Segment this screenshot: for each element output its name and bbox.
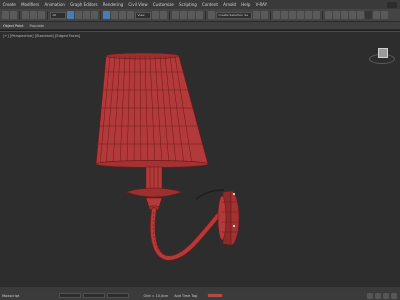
toolbar-separator: [169, 10, 170, 20]
viewport-navigation-controls: [367, 292, 397, 299]
render-iterative-icon[interactable]: [349, 11, 356, 19]
toolbar-separator: [47, 10, 48, 20]
select-by-name-icon[interactable]: [75, 11, 82, 19]
menu-vray[interactable]: V-RAY: [253, 2, 270, 7]
mirror-icon[interactable]: [253, 11, 260, 19]
coordinate-fields: [59, 293, 130, 298]
wall-mount: [217, 190, 240, 246]
vray-toolbar-icon[interactable]: [381, 11, 388, 19]
search-box[interactable]: [387, 1, 397, 8]
reference-coordinate-dropdown[interactable]: View: [135, 11, 151, 19]
placement-icon[interactable]: [127, 11, 134, 19]
perspective-viewport[interactable]: [+] [Perspective] [Standard] [Edged Face…: [0, 31, 400, 286]
toolbar-separator: [270, 10, 271, 20]
menu-create[interactable]: Create: [0, 2, 18, 7]
snaps-toggle-icon[interactable]: [172, 11, 179, 19]
viewcube[interactable]: [378, 48, 388, 58]
link-icon[interactable]: [22, 11, 29, 19]
maximize-viewport-icon[interactable]: [391, 292, 397, 299]
ribbon-toggle-icon[interactable]: [289, 11, 296, 19]
lamp-shade: [95, 52, 209, 168]
wall-lamp-model[interactable]: [0, 32, 400, 287]
select-move-icon[interactable]: [103, 11, 110, 19]
percent-snap-icon[interactable]: [188, 11, 195, 19]
ribbon-tab-bar: Object Paint Populate: [0, 22, 400, 30]
curve-editor-icon[interactable]: [297, 11, 304, 19]
tab-populate[interactable]: Populate: [30, 24, 45, 28]
rendered-frame-window-icon[interactable]: [333, 11, 340, 19]
render-setup-icon[interactable]: [325, 11, 332, 19]
window-crossing-icon[interactable]: [91, 11, 98, 19]
menu-arnold[interactable]: Arnold: [221, 2, 239, 7]
menu-bar: Create Modifiers Animation Graph Editors…: [0, 0, 400, 9]
bind-space-warp-icon[interactable]: [38, 11, 45, 19]
menu-graph-editors[interactable]: Graph Editors: [68, 2, 101, 7]
lamp-arm: [149, 189, 227, 261]
undo-icon[interactable]: [2, 11, 9, 19]
toolbar-separator: [322, 10, 323, 20]
pan-icon[interactable]: [383, 292, 389, 299]
vray-frame-buffer-icon[interactable]: [357, 11, 364, 19]
orbit-icon[interactable]: [375, 292, 381, 299]
toolbar-separator: [100, 10, 101, 20]
schematic-view-icon[interactable]: [305, 11, 312, 19]
menu-scripting[interactable]: Scripting: [176, 2, 199, 7]
toolbar-separator: [205, 10, 206, 20]
material-editor-icon[interactable]: [313, 11, 320, 19]
unlink-icon[interactable]: [30, 11, 37, 19]
menu-help[interactable]: Help: [239, 2, 253, 7]
lamp-socket: [125, 166, 183, 211]
zoom-icon[interactable]: [367, 292, 373, 299]
vray-render-icon[interactable]: [365, 11, 372, 19]
y-coordinate-field[interactable]: [83, 293, 106, 298]
add-time-tag[interactable]: Add Time Tag: [174, 294, 197, 298]
menu-content[interactable]: Content: [199, 2, 220, 7]
named-selection-dropdown[interactable]: Create Selection Se: [216, 11, 252, 19]
selection-filter-dropdown[interactable]: All: [50, 11, 66, 19]
menu-animation[interactable]: Animation: [42, 2, 68, 7]
toolbar-separator: [19, 10, 20, 20]
tab-object-paint[interactable]: Object Paint: [3, 24, 24, 28]
auto-key-button[interactable]: [207, 293, 224, 298]
menu-rendering[interactable]: Rendering: [100, 2, 126, 7]
layer-explorer-icon[interactable]: [281, 11, 288, 19]
spinner-snap-icon[interactable]: [196, 11, 203, 19]
maxscript-listener[interactable]: Maxscript: [2, 294, 19, 298]
vray-ipr-icon[interactable]: [373, 11, 380, 19]
edit-named-selection-icon[interactable]: [208, 11, 215, 19]
angle-snap-icon[interactable]: [180, 11, 187, 19]
grid-size-readout: Grid = 10,0cm: [143, 293, 169, 298]
select-scale-icon[interactable]: [119, 11, 126, 19]
x-coordinate-field[interactable]: [59, 293, 82, 298]
menu-customize[interactable]: Customize: [150, 2, 176, 7]
scene-explorer-icon[interactable]: [273, 11, 280, 19]
rectangular-selection-icon[interactable]: [83, 11, 90, 19]
menu-modifiers[interactable]: Modifiers: [18, 2, 41, 7]
pivot-center-icon[interactable]: [152, 11, 159, 19]
z-coordinate-field[interactable]: [107, 293, 130, 298]
main-toolbar: All View Create Selection Se: [0, 9, 400, 22]
select-manipulate-icon[interactable]: [160, 11, 167, 19]
status-bar: Maxscript Grid = 10,0cm Add Time Tag: [0, 291, 400, 300]
align-icon[interactable]: [261, 11, 268, 19]
select-rotate-icon[interactable]: [111, 11, 118, 19]
menu-civil-view[interactable]: Civil View: [126, 2, 150, 7]
redo-icon[interactable]: [10, 11, 17, 19]
select-object-icon[interactable]: [67, 11, 74, 19]
render-production-icon[interactable]: [341, 11, 348, 19]
